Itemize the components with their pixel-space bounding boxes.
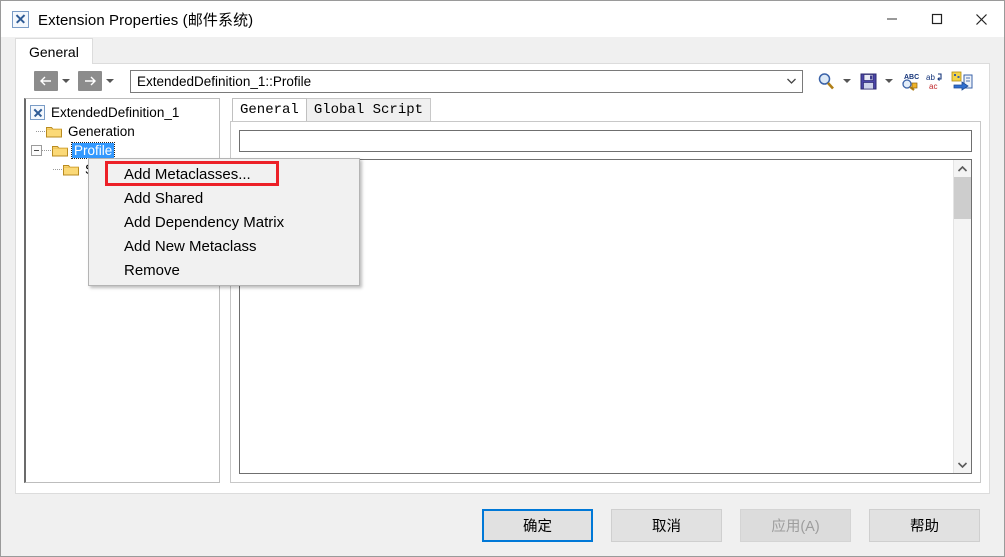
menu-item-label: Add Dependency Matrix bbox=[124, 213, 285, 231]
ok-button-label: 确定 bbox=[523, 518, 552, 535]
scrollbar-track[interactable] bbox=[954, 219, 971, 456]
title-bar: Extension Properties (邮件系统) bbox=[1, 1, 1004, 37]
export-icon[interactable] bbox=[949, 69, 975, 93]
menu-item-add-new-metaclass[interactable]: Add New Metaclass bbox=[89, 234, 359, 258]
path-combobox[interactable]: ExtendedDefinition_1::Profile bbox=[130, 69, 803, 93]
tree-node-label: ExtendedDefinition_1 bbox=[51, 105, 180, 120]
menu-item-add-metaclasses[interactable]: Add Metaclasses... bbox=[89, 162, 359, 186]
save-icon[interactable] bbox=[855, 69, 881, 93]
search-dropdown-chevron-down-icon[interactable] bbox=[839, 71, 855, 91]
context-menu: Add Metaclasses... Add Shared Add Depend… bbox=[88, 158, 360, 286]
menu-item-label: Add Metaclasses... bbox=[124, 165, 251, 183]
svg-text:ab: ab bbox=[926, 73, 935, 82]
tree-node-label: Profile bbox=[70, 142, 116, 159]
window-title: Extension Properties (邮件系统) bbox=[38, 11, 254, 29]
back-dropdown-chevron-down-icon[interactable] bbox=[58, 71, 74, 91]
scroll-up-chevron-up-icon[interactable] bbox=[954, 160, 971, 177]
properties-tabstrip: General Global Script bbox=[230, 98, 981, 121]
svg-text:ac: ac bbox=[929, 82, 937, 91]
menu-item-label: Remove bbox=[124, 261, 180, 279]
tab-general-inner[interactable]: General bbox=[232, 98, 307, 121]
cancel-button-label: 取消 bbox=[652, 518, 681, 535]
menu-item-remove[interactable]: Remove bbox=[89, 258, 359, 282]
tree-node-generation[interactable]: Generation bbox=[26, 122, 219, 141]
menu-item-add-shared[interactable]: Add Shared bbox=[89, 186, 359, 210]
menu-item-label: Add New Metaclass bbox=[124, 237, 257, 255]
tree-node-extendeddefinition[interactable]: ExtendedDefinition_1 bbox=[26, 103, 219, 122]
forward-button[interactable] bbox=[78, 71, 102, 91]
forward-dropdown-chevron-down-icon[interactable] bbox=[102, 71, 118, 91]
window-controls bbox=[869, 1, 1004, 37]
ok-button[interactable]: 确定 bbox=[482, 508, 593, 542]
scrollbar-thumb[interactable] bbox=[954, 177, 971, 219]
folder-icon bbox=[63, 163, 79, 176]
spell-check-icon[interactable]: ABC bbox=[897, 69, 923, 93]
extension-document-icon bbox=[30, 105, 45, 120]
menu-item-add-dependency-matrix[interactable]: Add Dependency Matrix bbox=[89, 210, 359, 234]
properties-panel: General Global Script bbox=[230, 98, 981, 483]
minimize-button[interactable] bbox=[869, 1, 914, 37]
dialog-tabstrip: General bbox=[1, 37, 1004, 64]
vertical-scrollbar[interactable] bbox=[953, 160, 971, 473]
extension-document-icon bbox=[12, 10, 29, 28]
path-value: ExtendedDefinition_1::Profile bbox=[137, 73, 312, 89]
tab-global-script[interactable]: Global Script bbox=[305, 98, 432, 121]
scroll-down-chevron-down-icon[interactable] bbox=[954, 456, 971, 473]
toolbar-icons: ABC ab ac bbox=[813, 69, 981, 93]
tab-general-label: General bbox=[29, 43, 79, 60]
search-icon[interactable] bbox=[813, 69, 839, 93]
save-dropdown-chevron-down-icon[interactable] bbox=[881, 71, 897, 91]
cancel-button[interactable]: 取消 bbox=[611, 508, 722, 542]
back-button[interactable] bbox=[34, 71, 58, 91]
help-button[interactable]: 帮助 bbox=[869, 508, 980, 542]
tab-general-inner-label: General bbox=[240, 102, 299, 118]
apply-button-label: 应用(A) bbox=[771, 518, 820, 535]
maximize-button[interactable] bbox=[914, 1, 959, 37]
collapse-expander-icon[interactable] bbox=[31, 145, 42, 156]
name-input[interactable] bbox=[239, 130, 972, 152]
tree-node-label: Generation bbox=[68, 124, 135, 139]
menu-item-label: Add Shared bbox=[124, 189, 204, 207]
close-button[interactable] bbox=[959, 1, 1004, 37]
folder-icon bbox=[46, 125, 62, 138]
tab-global-script-label: Global Script bbox=[313, 102, 424, 118]
apply-button: 应用(A) bbox=[740, 508, 851, 542]
extension-properties-dialog: Extension Properties (邮件系统) General Exte… bbox=[0, 0, 1005, 557]
dialog-footer: 确定 取消 应用(A) 帮助 bbox=[1, 494, 1004, 556]
folder-icon bbox=[52, 144, 68, 157]
model-tree-panel[interactable]: ExtendedDefinition_1 Generation Profile bbox=[24, 98, 220, 483]
chevron-down-icon[interactable] bbox=[780, 71, 802, 92]
toolbar: ExtendedDefinition_1::Profile ABC ab ac bbox=[16, 64, 989, 98]
help-button-label: 帮助 bbox=[910, 518, 939, 535]
tab-general[interactable]: General bbox=[15, 38, 93, 64]
replace-icon[interactable]: ab ac bbox=[923, 69, 949, 93]
